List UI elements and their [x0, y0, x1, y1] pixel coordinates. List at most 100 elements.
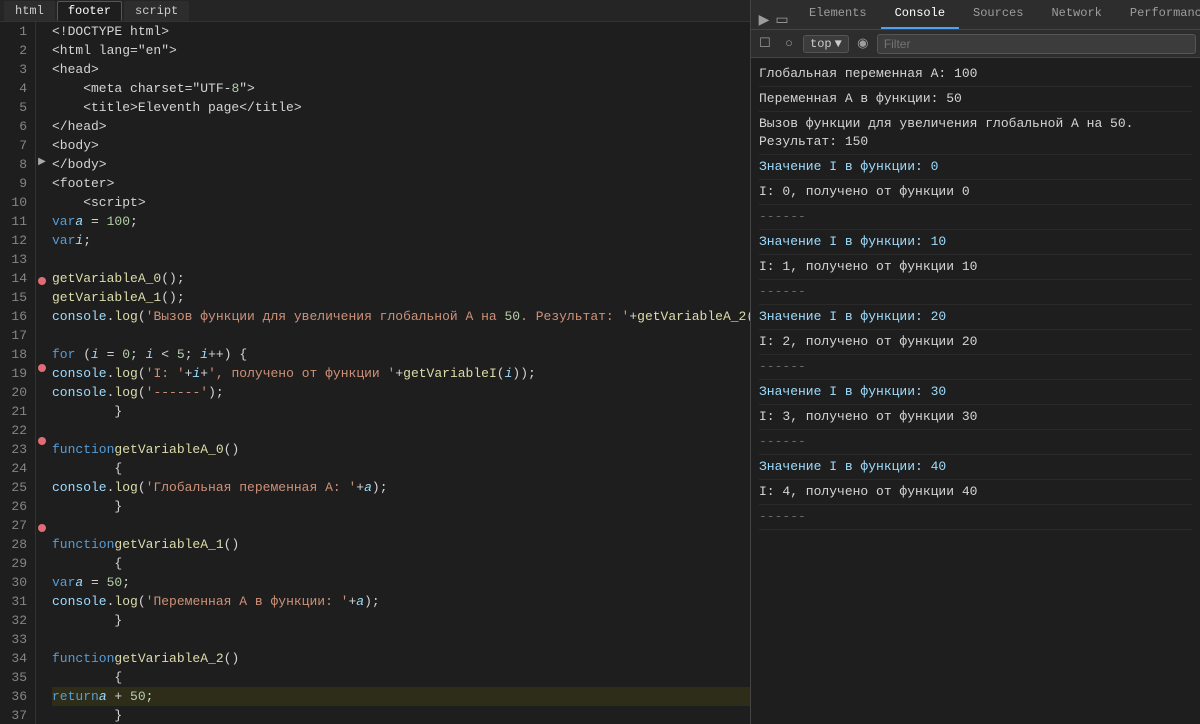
gutter-cell: [36, 579, 48, 594]
tab-console[interactable]: Console: [881, 0, 959, 29]
console-block-icon[interactable]: ○: [779, 34, 799, 54]
gutter-cell: [36, 66, 48, 81]
line-number: 37: [8, 706, 27, 724]
gutter-cell: [36, 680, 48, 695]
line-number: 19: [8, 364, 27, 383]
top-arrow: ▼: [835, 37, 842, 51]
gutter: ▶: [36, 22, 48, 724]
line-number: 22: [8, 421, 27, 440]
gutter-cell: [36, 51, 48, 66]
code-line: var a = 50;: [52, 573, 750, 592]
gutter-cell[interactable]: [36, 361, 48, 376]
line-number: 18: [8, 345, 27, 364]
gutter-cell[interactable]: [36, 433, 48, 448]
console-entry: ------: [759, 505, 1192, 530]
code-container: 1234567891011121314151617181920212223242…: [0, 22, 750, 724]
code-line: getVariableA_1();: [52, 288, 750, 307]
device-icon[interactable]: ▭: [773, 11, 791, 29]
console-entry: Значение I в функции: 0: [759, 155, 1192, 180]
inspect-icon[interactable]: ▶: [755, 11, 773, 29]
gutter-cell: [36, 317, 48, 332]
file-tabs: html footer script: [0, 0, 750, 22]
code-line: }: [52, 497, 750, 516]
tab-script[interactable]: script: [124, 1, 189, 21]
console-output: Глобальная переменная А: 100Переменная А…: [751, 58, 1200, 724]
gutter-cell: [36, 80, 48, 95]
code-line: }: [52, 706, 750, 724]
code-line: function getVariableA_1(): [52, 535, 750, 554]
code-line: }: [52, 611, 750, 630]
code-line: <footer>: [52, 174, 750, 193]
line-number: 17: [8, 326, 27, 345]
line-number: 25: [8, 478, 27, 497]
tab-elements[interactable]: Elements: [795, 0, 881, 29]
code-line: <!DOCTYPE html>: [52, 22, 750, 41]
console-toolbar: ☐ ○ top ▼ ◉: [751, 30, 1200, 58]
tab-network[interactable]: Network: [1037, 0, 1115, 29]
console-entry: ------: [759, 355, 1192, 380]
tab-footer[interactable]: footer: [57, 1, 122, 21]
gutter-cell: [36, 506, 48, 521]
breakpoint-dot: [38, 364, 46, 372]
console-entry: I: 0, получено от функции 0: [759, 180, 1192, 205]
line-number: 33: [8, 630, 27, 649]
line-number: 26: [8, 497, 27, 516]
code-line: var i;: [52, 231, 750, 250]
code-line: <html lang="en">: [52, 41, 750, 60]
gutter-cell: [36, 390, 48, 405]
gutter-cell: [36, 303, 48, 318]
line-number: 1: [8, 22, 27, 41]
gutter-cell: [36, 593, 48, 608]
line-number: 7: [8, 136, 27, 155]
code-line: <script>: [52, 193, 750, 212]
gutter-cell: [36, 37, 48, 52]
code-line: {: [52, 668, 750, 687]
top-selector[interactable]: top ▼: [803, 35, 849, 53]
gutter-cell: [36, 346, 48, 361]
console-entry: I: 1, получено от функции 10: [759, 255, 1192, 280]
line-numbers: 1234567891011121314151617181920212223242…: [0, 22, 36, 724]
devtools-panel: ▶ ▭ Elements Console Sources Network Per…: [750, 0, 1200, 724]
console-entry: Вызов функции для увеличения глобальной …: [759, 112, 1192, 155]
line-number: 5: [8, 98, 27, 117]
breakpoint-dot: [38, 277, 46, 285]
code-line: {: [52, 554, 750, 573]
line-number: 13: [8, 250, 27, 269]
code-line: function getVariableA_0(): [52, 440, 750, 459]
gutter-cell: [36, 138, 48, 153]
tab-performance[interactable]: Performance: [1116, 0, 1200, 29]
code-line: <title>Eleventh page</title>: [52, 98, 750, 117]
filter-input[interactable]: [877, 34, 1196, 54]
code-line: console.log('Вызов функции для увеличени…: [52, 307, 750, 326]
console-eye-icon[interactable]: ◉: [853, 34, 873, 54]
gutter-cell: [36, 288, 48, 303]
gutter-cell: [36, 709, 48, 724]
gutter-cell: [36, 535, 48, 550]
console-entry: Значение I в функции: 30: [759, 380, 1192, 405]
tab-html[interactable]: html: [4, 1, 55, 21]
code-line: getVariableA_0();: [52, 269, 750, 288]
code-line: }: [52, 402, 750, 421]
tab-sources[interactable]: Sources: [959, 0, 1037, 29]
line-number: 35: [8, 668, 27, 687]
gutter-cell: [36, 95, 48, 110]
line-number: 16: [8, 307, 27, 326]
gutter-cell: [36, 608, 48, 623]
top-label: top: [810, 37, 832, 51]
console-clear-icon[interactable]: ☐: [755, 34, 775, 54]
line-number: 27: [8, 516, 27, 535]
code-line: [52, 516, 750, 535]
line-number: 34: [8, 649, 27, 668]
gutter-cell[interactable]: [36, 274, 48, 289]
code-line: console.log('------');: [52, 383, 750, 402]
gutter-cell: [36, 230, 48, 245]
code-line: console.log('Глобальная переменная А: '+…: [52, 478, 750, 497]
line-number: 31: [8, 592, 27, 611]
gutter-cell: [36, 259, 48, 274]
gutter-cell[interactable]: ▶: [36, 153, 48, 172]
line-number: 23: [8, 440, 27, 459]
line-number: 32: [8, 611, 27, 630]
console-entry: Значение I в функции: 10: [759, 230, 1192, 255]
line-number: 20: [8, 383, 27, 402]
gutter-cell[interactable]: [36, 521, 48, 536]
